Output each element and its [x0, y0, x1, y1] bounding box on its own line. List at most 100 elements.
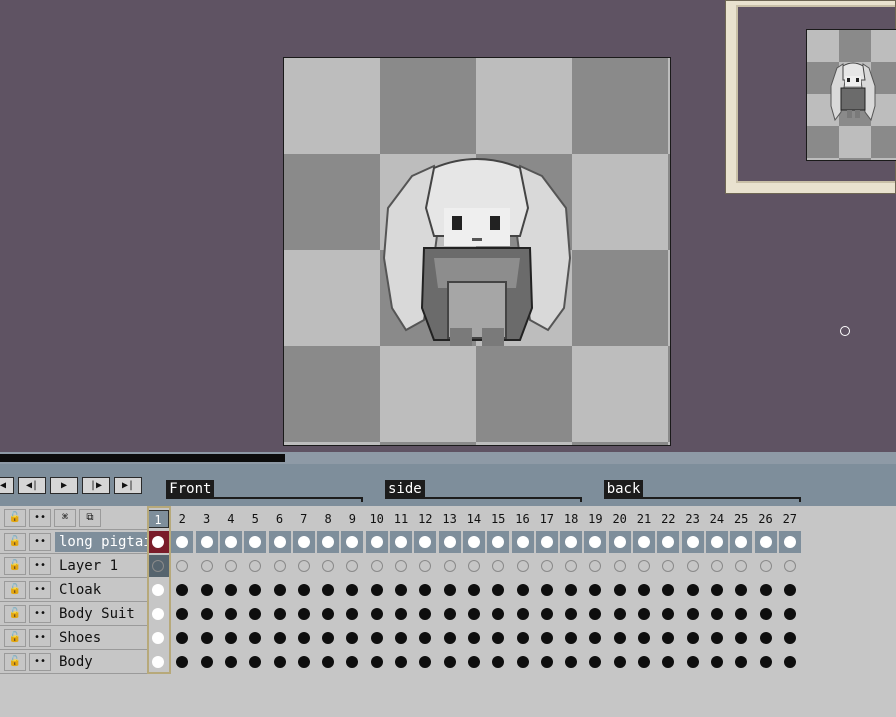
cel[interactable]: [171, 555, 193, 577]
cel[interactable]: [366, 555, 388, 577]
cel[interactable]: [414, 531, 437, 553]
cel[interactable]: [755, 651, 777, 673]
cel[interactable]: [269, 651, 291, 673]
lock-icon[interactable]: 🔓: [4, 605, 26, 623]
cel[interactable]: [463, 579, 485, 601]
frame-number[interactable]: 15: [487, 510, 509, 528]
cel[interactable]: [682, 555, 704, 577]
layer-name[interactable]: Body Suit: [55, 604, 147, 624]
cel[interactable]: [390, 603, 412, 625]
cel[interactable]: [196, 651, 218, 673]
frame-number[interactable]: 3: [196, 510, 218, 528]
cel[interactable]: [463, 603, 485, 625]
prev-frame-button[interactable]: ◀|: [18, 477, 46, 494]
eye-icon[interactable]: ••: [29, 629, 51, 647]
cel[interactable]: [779, 555, 801, 577]
cel[interactable]: [512, 651, 534, 673]
cel[interactable]: [390, 627, 412, 649]
frame-number[interactable]: 4: [220, 510, 242, 528]
cel[interactable]: [341, 531, 364, 553]
cel[interactable]: [366, 651, 388, 673]
tag-side[interactable]: side: [385, 480, 425, 498]
continuous-icon[interactable]: ⧉: [79, 509, 101, 527]
cel[interactable]: [317, 555, 339, 577]
cel[interactable]: [706, 627, 728, 649]
preview-window[interactable]: [725, 0, 896, 194]
cel[interactable]: [341, 603, 363, 625]
cel[interactable]: [487, 603, 509, 625]
scrollbar-thumb[interactable]: [0, 454, 285, 462]
cel[interactable]: [487, 555, 509, 577]
cel[interactable]: [560, 531, 583, 553]
cel[interactable]: [414, 555, 436, 577]
cel[interactable]: [511, 531, 534, 553]
cel[interactable]: [584, 579, 606, 601]
frame-number[interactable]: 25: [730, 510, 752, 528]
cel[interactable]: [633, 651, 655, 673]
cel[interactable]: [293, 555, 315, 577]
cel[interactable]: [536, 627, 558, 649]
cel[interactable]: [220, 651, 242, 673]
frame-number[interactable]: 12: [414, 510, 436, 528]
cel[interactable]: [682, 579, 704, 601]
cel[interactable]: [220, 555, 242, 577]
frame-number[interactable]: 22: [657, 510, 679, 528]
cel[interactable]: [706, 651, 728, 673]
cel[interactable]: [730, 531, 753, 553]
frame-number[interactable]: 10: [366, 510, 388, 528]
frame-number[interactable]: 5: [244, 510, 266, 528]
cel[interactable]: [560, 627, 582, 649]
cel[interactable]: [755, 579, 777, 601]
cel[interactable]: [779, 627, 801, 649]
cel[interactable]: [706, 603, 728, 625]
cel[interactable]: [171, 627, 193, 649]
cel[interactable]: [730, 651, 752, 673]
cel[interactable]: [341, 651, 363, 673]
layer-row[interactable]: 🔓 •• Shoes: [0, 626, 147, 650]
cel[interactable]: [365, 531, 388, 553]
cel[interactable]: [682, 651, 704, 673]
cel[interactable]: [244, 555, 266, 577]
cel[interactable]: [269, 555, 291, 577]
eye-icon[interactable]: ••: [29, 533, 51, 551]
frame-number[interactable]: 23: [682, 510, 704, 528]
play-button[interactable]: ▶: [50, 477, 78, 494]
horizontal-scrollbar[interactable]: [0, 452, 896, 464]
tag-front[interactable]: Front: [166, 480, 215, 498]
link-icon[interactable]: ⌘: [54, 509, 76, 527]
cel[interactable]: [244, 651, 266, 673]
cel[interactable]: [633, 579, 655, 601]
cel[interactable]: [171, 579, 193, 601]
frame-number[interactable]: 17: [536, 510, 558, 528]
cel[interactable]: [584, 627, 606, 649]
cel[interactable]: [657, 555, 679, 577]
cel[interactable]: [512, 555, 534, 577]
sprite-canvas[interactable]: [283, 57, 671, 446]
cel[interactable]: [390, 579, 412, 601]
cel[interactable]: [317, 651, 339, 673]
cel[interactable]: [657, 531, 680, 553]
frame-number[interactable]: 2: [171, 510, 193, 528]
cel[interactable]: [779, 579, 801, 601]
cel[interactable]: [706, 579, 728, 601]
cel[interactable]: [755, 555, 777, 577]
cel[interactable]: [439, 627, 461, 649]
cel[interactable]: [414, 579, 436, 601]
cel[interactable]: [220, 627, 242, 649]
cel[interactable]: [730, 579, 752, 601]
cel[interactable]: [269, 579, 291, 601]
layer-name[interactable]: Layer 1: [55, 556, 147, 576]
frame-number[interactable]: 21: [633, 510, 655, 528]
frame-number[interactable]: 11: [390, 510, 412, 528]
cel[interactable]: [681, 531, 704, 553]
cel[interactable]: [414, 603, 436, 625]
cel[interactable]: [609, 651, 631, 673]
frame-number[interactable]: 24: [706, 510, 728, 528]
layer-row[interactable]: 🔓••long pigtails: [0, 530, 147, 554]
layer-row[interactable]: 🔓 •• Cloak: [0, 578, 147, 602]
lock-icon[interactable]: 🔓: [4, 629, 26, 647]
cel[interactable]: [366, 627, 388, 649]
cel[interactable]: [414, 651, 436, 673]
cel[interactable]: [463, 627, 485, 649]
cel[interactable]: [560, 555, 582, 577]
